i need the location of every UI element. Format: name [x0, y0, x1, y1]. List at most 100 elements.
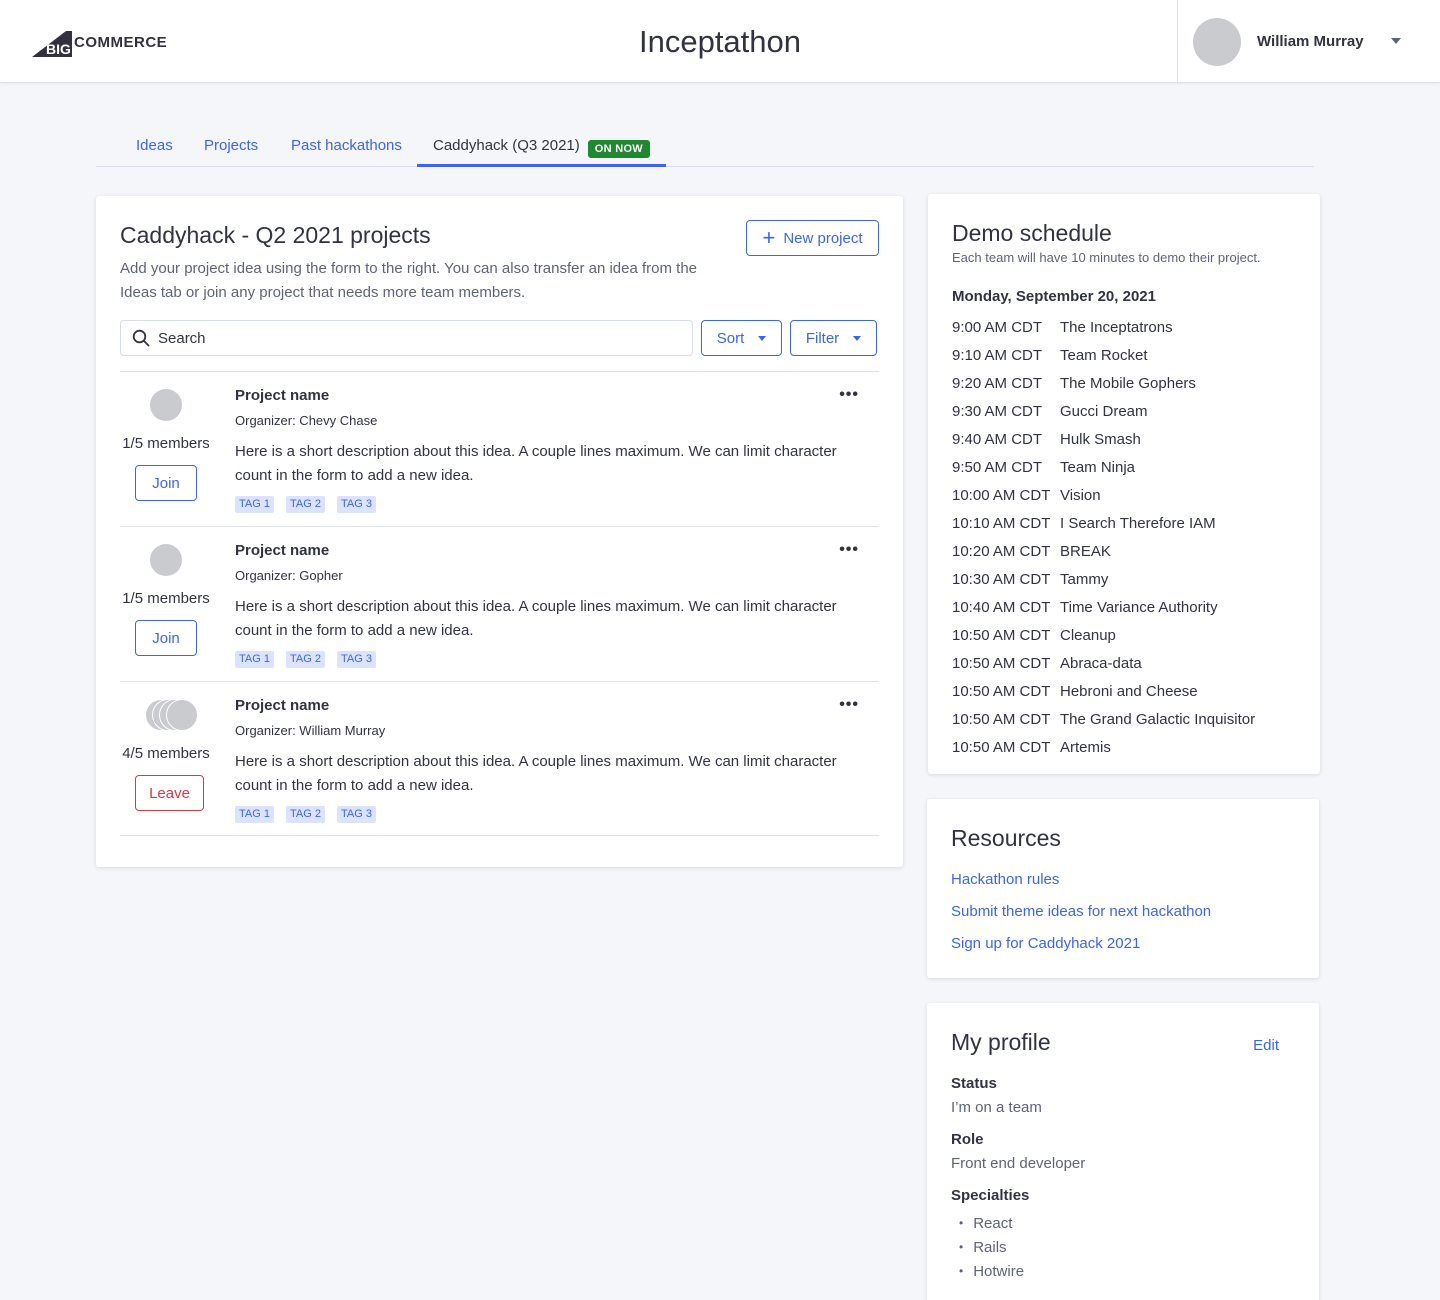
status-value: I’m on a team [951, 1099, 1042, 1116]
schedule-row: 10:50 AM CDT Abraca-data [952, 649, 1302, 677]
schedule-team: Vision [1060, 486, 1101, 504]
schedule-team: Artemis [1060, 738, 1111, 756]
project-description: Here is a short description about this i… [235, 598, 837, 639]
logo-text: COMMERCE [74, 33, 168, 51]
role-value: Front end developer [951, 1155, 1086, 1172]
project-row: 1/5 members Join Project name Organizer:… [120, 526, 879, 681]
new-project-button[interactable]: + New project [746, 220, 879, 256]
schedule-row: 10:50 AM CDT Hebroni and Cheese [952, 677, 1302, 705]
bigcommerce-logo[interactable]: BIG COMMERCE [32, 26, 167, 58]
link-submit-theme-ideas[interactable]: Submit theme ideas for next hackathon [951, 903, 1211, 920]
schedule-time: 10:50 AM CDT [952, 682, 1051, 700]
projects-card: Caddyhack - Q2 2021 projects Add your pr… [96, 196, 903, 867]
caret-down-icon [853, 335, 862, 341]
leave-button[interactable]: Leave [135, 775, 204, 811]
project-row: 4/5 members Leave Project name Organizer… [120, 681, 879, 836]
top-header: BIG COMMERCE Inceptathon William Murray [0, 0, 1440, 83]
member-avatars [120, 389, 212, 421]
filter-label: Filter [805, 329, 840, 347]
schedule-team: The Grand Galactic Inquisitor [1060, 710, 1256, 728]
tag[interactable]: TAG 2 [285, 496, 325, 513]
schedule-row: 10:10 AM CDT I Search Therefore IAM [952, 509, 1302, 537]
edit-profile-link[interactable]: Edit [1253, 1037, 1279, 1054]
tab-projects[interactable]: Projects [204, 137, 258, 167]
link-sign-up-caddyhack[interactable]: Sign up for Caddyhack 2021 [951, 935, 1140, 952]
tag[interactable]: TAG 2 [285, 651, 325, 668]
demo-schedule-list: 9:00 AM CDT The Inceptatrons 9:10 AM CDT Te… [952, 313, 1302, 761]
project-list: 1/5 members Join Project name Organizer:… [120, 371, 879, 836]
project-tags: TAG 1 TAG 2 TAG 3 [235, 651, 376, 668]
schedule-team: BREAK [1060, 542, 1111, 560]
schedule-time: 10:00 AM CDT [952, 486, 1051, 504]
schedule-time: 10:50 AM CDT [952, 738, 1051, 756]
profile-title: My profile [951, 1029, 1051, 1055]
schedule-time: 9:40 AM CDT [952, 430, 1043, 448]
tag[interactable]: TAG 3 [336, 806, 376, 823]
demo-title: Demo schedule [952, 220, 1112, 246]
specialties-list: React Rails Hotwire [959, 1211, 1024, 1283]
user-name: William Murray [1257, 33, 1364, 50]
tag[interactable]: TAG 1 [235, 806, 274, 823]
hackathon-tabs: Ideas Projects Past hackathons Caddyhack… [96, 129, 1314, 167]
schedule-row: 10:50 AM CDT Cleanup [952, 621, 1302, 649]
search-field[interactable] [120, 320, 693, 356]
search-input[interactable] [158, 329, 658, 347]
new-project-label: New project [783, 229, 863, 247]
schedule-row: 10:20 AM CDT BREAK [952, 537, 1302, 565]
tab-past-hackathons[interactable]: Past hackathons [291, 137, 402, 167]
tab-caddyhack[interactable]: Caddyhack (Q3 2021) ON NOW [417, 137, 666, 167]
tag[interactable]: TAG 1 [235, 496, 274, 513]
project-name[interactable]: Project name [235, 697, 329, 714]
schedule-team: I Search Therefore IAM [1060, 514, 1216, 532]
resources-title: Resources [951, 825, 1061, 851]
user-menu[interactable]: William Murray [1177, 0, 1440, 83]
join-button[interactable]: Join [135, 465, 197, 501]
project-organizer: Organizer: Chevy Chase [235, 413, 378, 428]
tag[interactable]: TAG 3 [336, 496, 376, 513]
demo-schedule-card: Demo schedule Each team will have 10 min… [928, 194, 1320, 774]
tab-caddyhack-label: Caddyhack (Q3 2021) [433, 137, 580, 154]
tag[interactable]: TAG 2 [285, 806, 325, 823]
more-options-icon[interactable]: ••• [839, 696, 859, 714]
schedule-row: 10:50 AM CDT Artemis [952, 733, 1302, 761]
demo-date: Monday, September 20, 2021 [952, 288, 1156, 305]
schedule-team: Hebroni and Cheese [1060, 682, 1198, 700]
schedule-team: Time Variance Authority [1060, 598, 1218, 616]
link-hackathon-rules[interactable]: Hackathon rules [951, 871, 1059, 888]
specialty-item: Rails [959, 1235, 1024, 1259]
on-now-badge: ON NOW [587, 140, 650, 158]
specialty-item: React [959, 1211, 1024, 1235]
avatar [150, 544, 182, 576]
tab-ideas[interactable]: Ideas [136, 137, 173, 167]
project-tags: TAG 1 TAG 2 TAG 3 [235, 806, 376, 823]
schedule-row: 9:50 AM CDT Team Ninja [952, 453, 1302, 481]
schedule-team: Team Rocket [1060, 346, 1148, 364]
user-avatar [1193, 17, 1241, 66]
join-button[interactable]: Join [135, 620, 197, 656]
project-name[interactable]: Project name [235, 542, 329, 559]
schedule-row: 10:40 AM CDT Time Variance Authority [952, 593, 1302, 621]
bigcommerce-logo-icon: BIG [32, 31, 72, 57]
schedule-team: Abraca-data [1060, 654, 1142, 672]
schedule-team: The Mobile Gophers [1060, 374, 1196, 392]
schedule-team: Hulk Smash [1060, 430, 1141, 448]
more-options-icon[interactable]: ••• [839, 541, 859, 559]
member-count: 1/5 members [122, 590, 210, 607]
resources-card: Resources Hackathon rules Submit theme i… [927, 799, 1319, 978]
tag[interactable]: TAG 1 [235, 651, 274, 668]
member-avatars [120, 544, 212, 576]
more-options-icon[interactable]: ••• [839, 386, 859, 404]
role-label: Role [951, 1131, 984, 1148]
schedule-time: 9:50 AM CDT [952, 458, 1043, 476]
search-icon [132, 329, 150, 347]
schedule-row: 9:10 AM CDT Team Rocket [952, 341, 1302, 369]
specialties-label: Specialties [951, 1187, 1030, 1204]
schedule-time: 10:20 AM CDT [952, 542, 1051, 560]
schedule-time: 10:50 AM CDT [952, 654, 1051, 672]
filter-button[interactable]: Filter [790, 320, 877, 356]
tag[interactable]: TAG 3 [336, 651, 376, 668]
project-name[interactable]: Project name [235, 387, 329, 404]
schedule-team: The Inceptatrons [1060, 318, 1173, 336]
sort-button[interactable]: Sort [701, 320, 782, 356]
caret-down-icon[interactable] [1391, 38, 1401, 44]
